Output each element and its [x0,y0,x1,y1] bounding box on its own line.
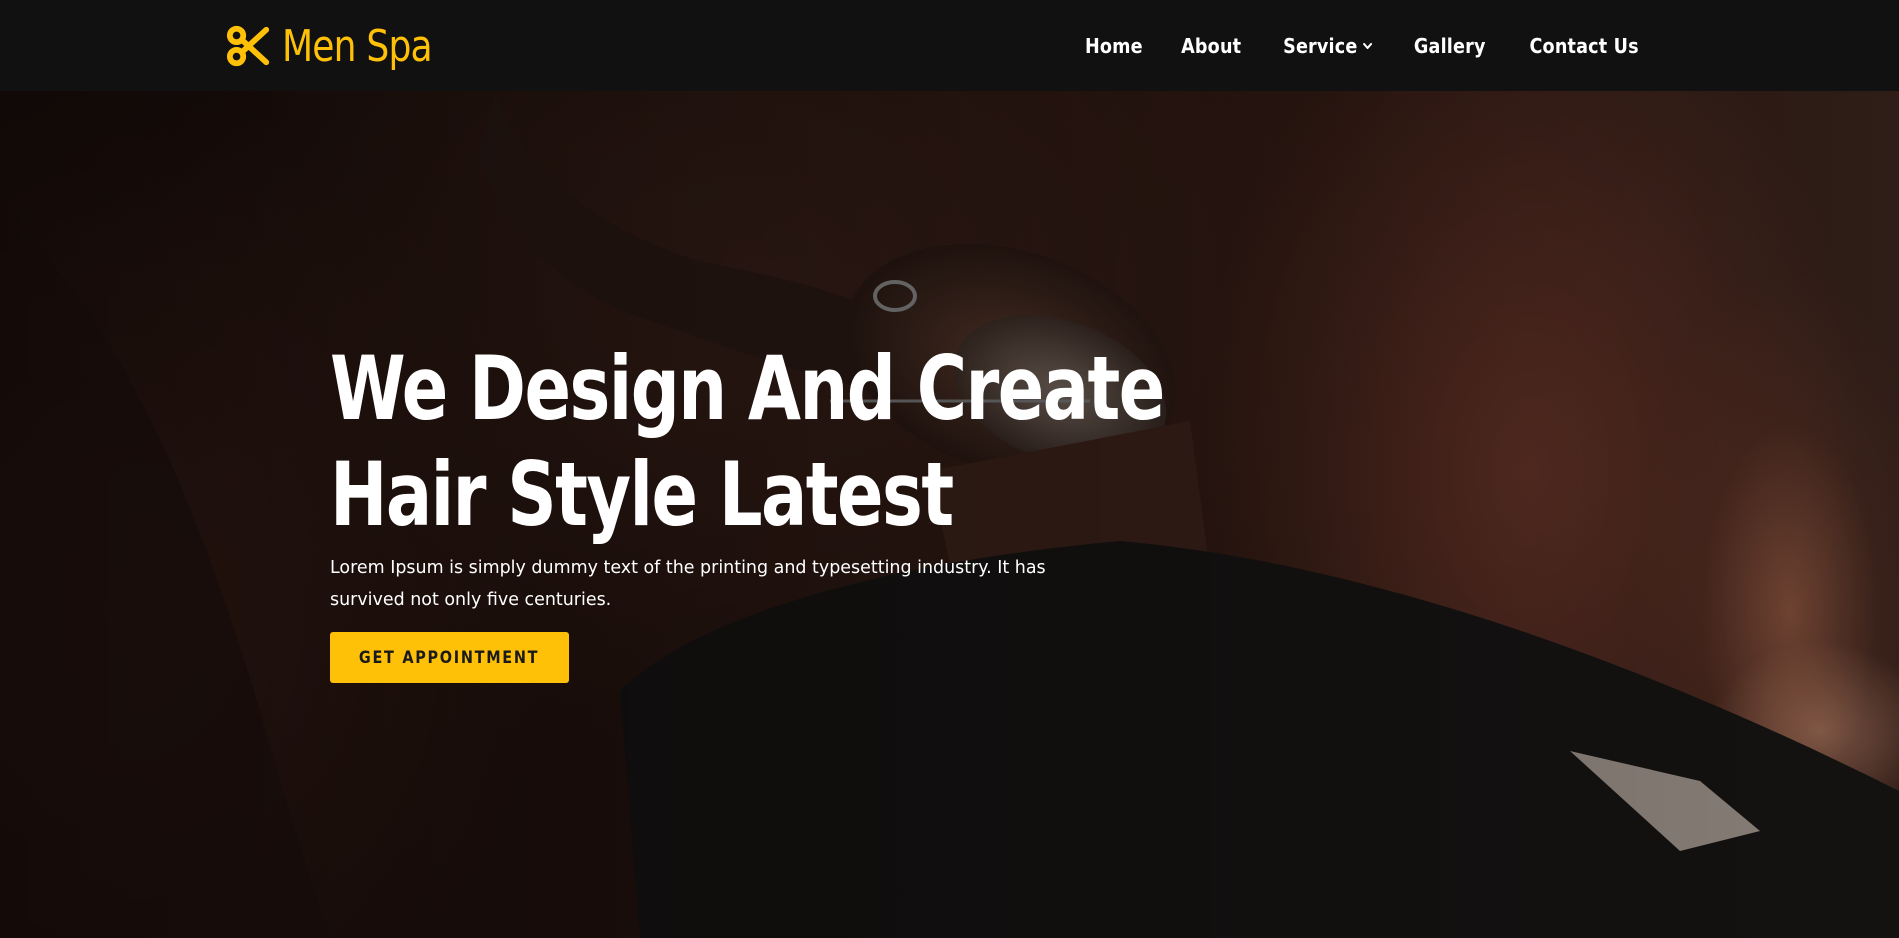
nav-home[interactable]: Home [1085,34,1143,58]
hero-section: We Design And Create Hair Style Latest L… [0,91,1899,938]
scissors-icon [226,25,270,67]
get-appointment-label: GET APPOINTMENT [359,647,540,668]
brand-name: Men Spa [282,20,433,72]
hero-title: We Design And Create Hair Style Latest [330,336,1165,548]
main-nav: Home About Service Gallery Contact Us [1081,34,1646,58]
hero-title-line-2: Hair Style Latest [330,443,954,546]
hero-content: We Design And Create Hair Style Latest L… [330,336,1230,683]
hero-description: Lorem Ipsum is simply dummy text of the … [330,557,1046,610]
hero-title-line-1: We Design And Create [330,337,1165,440]
top-navbar: Men Spa Home About Service Gallery Conta… [0,0,1899,91]
brand-logo[interactable]: Men Spa [226,18,465,74]
nav-service[interactable]: Service [1283,34,1372,58]
nav-service-label: Service [1282,34,1358,58]
nav-about[interactable]: About [1181,34,1241,58]
chevron-down-icon [1362,42,1372,50]
nav-gallery[interactable]: Gallery [1414,34,1486,58]
get-appointment-button[interactable]: GET APPOINTMENT [330,632,569,683]
nav-contact-us[interactable]: Contact Us [1529,34,1638,58]
